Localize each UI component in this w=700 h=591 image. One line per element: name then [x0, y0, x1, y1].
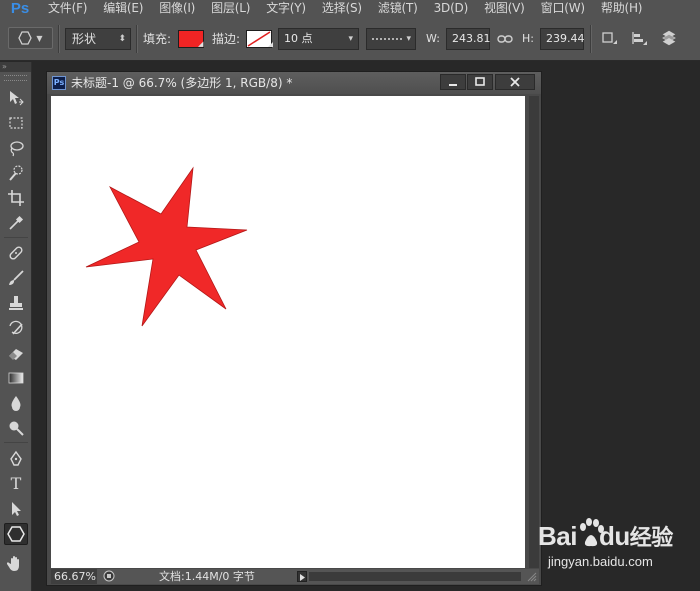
chevron-down-icon: ▾	[348, 34, 353, 44]
maximize-icon	[475, 77, 485, 86]
move-tool-icon[interactable]	[4, 87, 28, 109]
marquee-tool-icon[interactable]	[4, 112, 28, 134]
stroke-label: 描边:	[212, 32, 241, 46]
gradient-tool-icon[interactable]	[4, 367, 28, 389]
quick-select-tool-icon[interactable]	[4, 162, 28, 184]
divider	[590, 25, 592, 53]
menu-bar: Ps 文件(F) 编辑(E) 图像(I) 图层(L) 文字(Y) 选择(S) 滤…	[0, 0, 700, 17]
tools-panel: » T	[0, 62, 32, 591]
divider	[4, 442, 28, 443]
tool-preset-picker[interactable]: ▼	[8, 27, 53, 49]
stroke-width-value: 10 点	[284, 32, 313, 45]
chevron-updown-icon: ⬍	[118, 34, 126, 44]
document-info-icon[interactable]	[103, 570, 115, 582]
divider	[58, 25, 60, 53]
watermark-url: jingyan.baidu.com	[548, 554, 653, 569]
height-label: H:	[522, 32, 534, 45]
panel-grip[interactable]	[4, 75, 27, 81]
type-tool-icon[interactable]: T	[4, 473, 28, 495]
paw-icon	[580, 518, 604, 547]
hexagon-icon	[18, 31, 33, 45]
no-stroke-icon	[246, 30, 273, 48]
divider	[136, 25, 138, 53]
document-title: 未标题-1 @ 66.7% (多边形 1, RGB/8) *	[71, 76, 293, 90]
crop-tool-icon[interactable]	[4, 187, 28, 209]
brush-tool-icon[interactable]	[4, 267, 28, 289]
path-operations-icon[interactable]	[600, 30, 618, 48]
baidu-jingyan-watermark: Bai du经验 jingyan.baidu.com	[534, 516, 694, 586]
history-brush-tool-icon[interactable]	[4, 317, 28, 339]
menu-filter[interactable]: 滤镜(T)	[370, 0, 426, 17]
height-field[interactable]: 239.44	[540, 28, 585, 50]
fill-swatch-button[interactable]: ◢	[178, 30, 204, 48]
photoshop-logo: Ps	[10, 0, 30, 17]
menu-layer[interactable]: 图层(L)	[203, 0, 258, 17]
stroke-swatch-button[interactable]	[246, 30, 274, 51]
status-menu-button[interactable]	[297, 571, 307, 582]
link-icon[interactable]	[496, 30, 514, 48]
menu-window[interactable]: 窗口(W)	[533, 0, 593, 17]
menu-file[interactable]: 文件(F)	[40, 0, 95, 17]
lasso-tool-icon[interactable]	[4, 137, 28, 159]
photoshop-document-icon: Ps	[52, 76, 66, 90]
chevron-down-icon: ▾	[406, 34, 411, 44]
mode-select[interactable]: 形状 ⬍	[65, 28, 131, 50]
mode-value: 形状	[72, 32, 97, 46]
chevron-down-icon: ◢	[198, 40, 204, 48]
fill-label: 填充:	[143, 32, 172, 46]
healing-brush-tool-icon[interactable]	[4, 242, 28, 264]
stroke-type-select[interactable]: ▾	[366, 28, 416, 50]
status-bar: 66.67% 文档:1.44M/0 字节	[51, 569, 539, 584]
stroke-width-field[interactable]: 10 点 ▾	[278, 28, 359, 50]
menu-image[interactable]: 图像(I)	[151, 0, 203, 17]
document-canvas[interactable]	[51, 96, 525, 568]
vertical-scrollbar[interactable]	[529, 96, 539, 568]
clone-stamp-tool-icon[interactable]	[4, 292, 28, 314]
width-field[interactable]: 243.81	[446, 28, 491, 50]
menu-edit[interactable]: 编辑(E)	[95, 0, 151, 17]
maximize-button[interactable]	[467, 74, 493, 90]
menu-3d[interactable]: 3D(D)	[426, 0, 476, 17]
watermark-brand: Bai du经验	[538, 521, 673, 551]
red-star-shape[interactable]	[51, 96, 525, 568]
menu-select[interactable]: 选择(S)	[314, 0, 370, 17]
menu-view[interactable]: 视图(V)	[476, 0, 533, 17]
close-button[interactable]	[495, 74, 535, 90]
polygon-tool-icon[interactable]	[4, 523, 28, 545]
play-right-icon	[300, 574, 305, 581]
width-label: W:	[426, 32, 440, 45]
path-arrangement-icon[interactable]	[660, 29, 678, 47]
minimize-icon	[449, 84, 457, 86]
blur-tool-icon[interactable]	[4, 392, 28, 414]
dashed-line-icon	[372, 38, 404, 40]
options-bar: ▼ 形状 ⬍ 填充: ◢ 描边: 10 点 ▾ ▾ W: 243.81 H: 2…	[0, 17, 700, 61]
eyedropper-tool-icon[interactable]	[4, 212, 28, 234]
eraser-tool-icon[interactable]	[4, 342, 28, 364]
menu-help[interactable]: 帮助(H)	[593, 0, 650, 17]
path-alignment-icon[interactable]	[630, 30, 648, 48]
chevron-down-icon: ▼	[36, 33, 43, 43]
document-window: Ps 未标题-1 @ 66.7% (多边形 1, RGB/8) * 66.67%…	[46, 71, 542, 586]
minimize-button[interactable]	[440, 74, 466, 90]
horizontal-scrollbar[interactable]	[309, 572, 521, 581]
document-size-info: 文档:1.44M/0 字节	[159, 570, 255, 583]
close-icon	[510, 77, 520, 87]
pen-tool-icon[interactable]	[4, 448, 28, 470]
menu-type[interactable]: 文字(Y)	[258, 0, 314, 17]
workspace-background	[542, 62, 700, 591]
divider	[4, 237, 28, 238]
path-selection-tool-icon[interactable]	[4, 498, 28, 520]
document-titlebar[interactable]: Ps 未标题-1 @ 66.7% (多边形 1, RGB/8) *	[47, 72, 541, 94]
zoom-level-field[interactable]: 66.67%	[51, 569, 97, 584]
hand-tool-icon[interactable]	[4, 552, 28, 574]
panel-collapse-icon[interactable]: »	[0, 62, 31, 72]
dodge-tool-icon[interactable]	[4, 417, 28, 439]
